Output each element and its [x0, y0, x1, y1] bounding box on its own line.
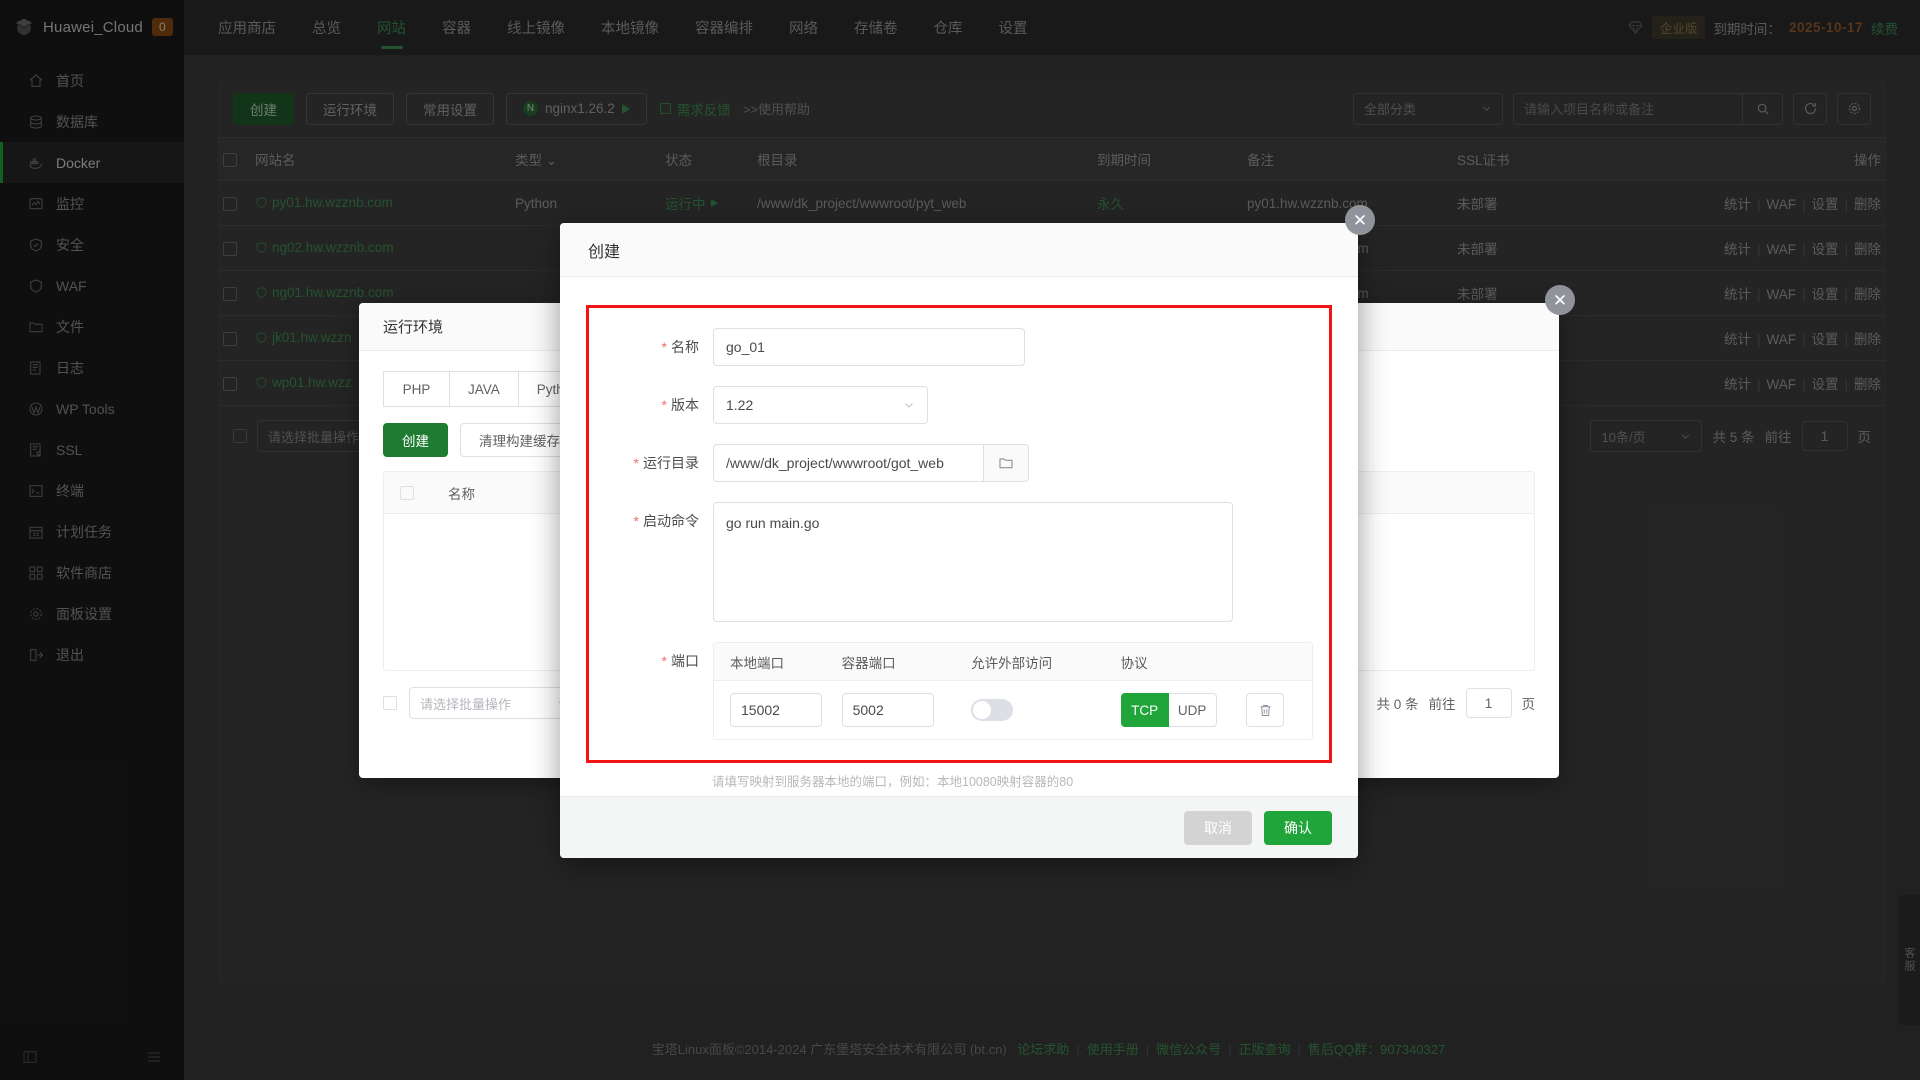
runtime-modal-close-icon[interactable]: ✕ [1545, 285, 1575, 315]
start-command-textarea[interactable] [713, 502, 1233, 622]
dir-input[interactable]: /www/dk_project/wwwroot/got_web [713, 444, 983, 482]
port-col-container: 容器端口 [841, 655, 896, 671]
port-hint: 请填写映射到服务器本地的端口，例如：本地10080映射容器的80 [712, 775, 1074, 789]
port-table-head: 本地端口 容器端口 允许外部访问 协议 [714, 643, 1312, 681]
external-access-toggle[interactable] [971, 699, 1014, 721]
runtime-seg-label: JAVA [468, 381, 500, 397]
required-mark: * [633, 455, 639, 471]
field-dir-row: * 运行目录 /www/dk_project/wwwroot/got_web [601, 444, 1311, 482]
port-label: * 端口 [601, 642, 713, 680]
runtime-batch-checkbox[interactable] [383, 696, 397, 710]
runtime-page-unit: 页 [1521, 697, 1536, 712]
protocol-tcp-button[interactable]: TCP [1120, 693, 1169, 727]
field-name-row: * 名称 go_01 [601, 328, 1311, 366]
local-port-cell: 15002 [714, 693, 842, 727]
required-mark: * [661, 653, 667, 669]
confirm-button[interactable]: 确认 [1264, 810, 1332, 845]
port-col-external: 允许外部访问 [971, 655, 1053, 671]
field-port-row: * 端口 本地端口 容器端口 允许外部访问 协议 15002 5002 TCP … [601, 642, 1313, 740]
highlight-region: * 名称 go_01 * 版本 1.22 * 运行目录 /www/dk_proj… [586, 305, 1332, 763]
protocol-cell: TCP UDP [1120, 693, 1247, 727]
port-col-protocol: 协议 [1120, 655, 1148, 671]
port-col-local: 本地端口 [730, 655, 784, 671]
name-label: * 名称 [601, 328, 713, 366]
required-mark: * [661, 339, 667, 355]
version-label-text: 版本 [671, 397, 699, 413]
version-label: * 版本 [601, 386, 713, 424]
runtime-seg-1[interactable]: JAVA [449, 371, 518, 407]
container-port-cell: 5002 [841, 693, 972, 727]
local-port-input[interactable]: 15002 [730, 693, 822, 727]
create-modal-title: 创建 [560, 223, 1358, 277]
required-mark: * [633, 513, 639, 529]
external-access-cell [971, 699, 1120, 721]
dir-field-group: /www/dk_project/wwwroot/got_web [713, 444, 1029, 482]
dir-label: * 运行目录 [601, 444, 713, 482]
runtime-goto-label: 前往 [1428, 697, 1456, 712]
container-port-input[interactable]: 5002 [841, 693, 934, 727]
runtime-seg-label: PHP [402, 381, 431, 397]
trash-icon [1260, 704, 1271, 716]
create-modal-close-icon[interactable]: ✕ [1345, 205, 1375, 235]
delete-port-button[interactable] [1246, 693, 1285, 727]
name-input[interactable]: go_01 [713, 328, 1025, 366]
runtime-seg-0[interactable]: PHP [383, 371, 449, 407]
chevron-down-icon [905, 403, 913, 408]
dir-label-text: 运行目录 [643, 455, 699, 471]
create-modal-body: * 名称 go_01 * 版本 1.22 * 运行目录 /www/dk_proj… [560, 277, 1358, 842]
runtime-batch-select[interactable]: 请选择批量操作 [409, 687, 579, 719]
protocol-udp-button[interactable]: UDP [1168, 693, 1217, 727]
port-label-text: 端口 [671, 653, 699, 669]
app-root: Huawei_Cloud 0 首页 数据库 Docker 监控 安全 WAF 文件 日志 WP … [0, 0, 1920, 1080]
field-version-row: * 版本 1.22 [601, 386, 1311, 424]
field-cmd-row: * 启动命令 [601, 502, 1311, 622]
name-label-text: 名称 [671, 339, 699, 355]
port-table: 本地端口 容器端口 允许外部访问 协议 15002 5002 TCP UDP [713, 642, 1313, 740]
runtime-total-count: 共 0 条 [1376, 697, 1419, 712]
runtime-create-button[interactable]: 创建 [383, 423, 448, 457]
cmd-label-text: 启动命令 [643, 513, 699, 529]
folder-icon [999, 458, 1013, 469]
protocol-segmented: TCP UDP [1120, 693, 1247, 727]
cmd-label: * 启动命令 [601, 502, 713, 540]
create-modal: 创建 * 名称 go_01 * 版本 1.22 * 运行目录 /www/dk_p… [560, 223, 1358, 858]
runtime-batch-value: 请选择批量操作 [420, 696, 512, 712]
dir-browse-button[interactable] [983, 444, 1029, 482]
runtime-select-all-checkbox[interactable] [400, 485, 414, 500]
cancel-button[interactable]: 取消 [1184, 810, 1252, 845]
port-table-row: 15002 5002 TCP UDP [714, 681, 1312, 739]
version-value: 1.22 [726, 397, 754, 413]
version-select[interactable]: 1.22 [713, 386, 928, 424]
runtime-page-input[interactable]: 1 [1465, 688, 1512, 718]
runtime-pagination: 共 0 条 前往 1 页 [1376, 688, 1535, 718]
create-modal-footer: 取消 确认 [560, 796, 1358, 858]
port-action-cell [1246, 693, 1312, 727]
required-mark: * [661, 397, 667, 413]
